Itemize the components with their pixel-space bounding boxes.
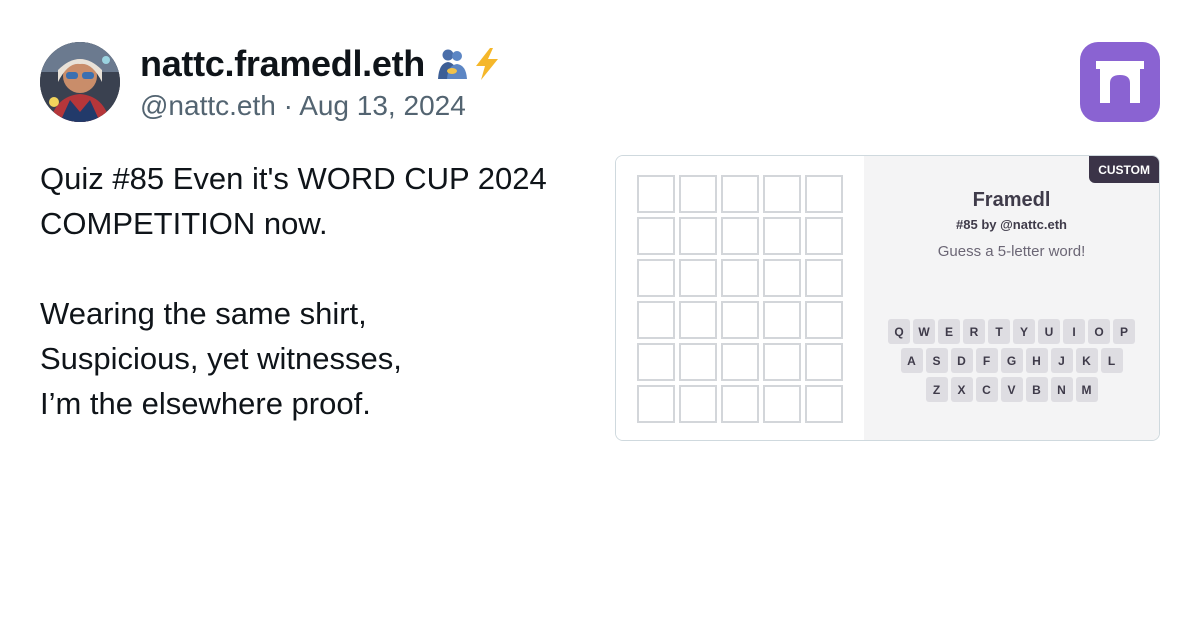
key-v[interactable]: V (1000, 377, 1023, 402)
people-hugging-icon (437, 49, 467, 79)
name-emoji (435, 47, 503, 81)
grid-cell (805, 259, 843, 297)
key-q[interactable]: Q (888, 319, 910, 344)
grid-cell (763, 343, 801, 381)
post-line: I’m the elsewhere proof. (40, 386, 371, 421)
keyboard: QWERTYUIOP ASDFGHJKL ZXCVBNM (864, 319, 1159, 406)
key-d[interactable]: D (950, 348, 973, 373)
avatar-image (40, 42, 120, 122)
key-o[interactable]: O (1088, 319, 1110, 344)
grid-cell (679, 343, 717, 381)
keyboard-row: ZXCVBNM (864, 377, 1159, 402)
author-avatar[interactable] (40, 42, 120, 122)
word-grid-pane (616, 156, 864, 440)
keyboard-row: ASDFGHJKL (864, 348, 1159, 373)
post-line: Wearing the same shirt, (40, 296, 367, 331)
key-n[interactable]: N (1050, 377, 1073, 402)
grid-cell (763, 259, 801, 297)
grid-cell (637, 175, 675, 213)
frame-title: Framedl (972, 189, 1051, 211)
grid-cell (721, 385, 759, 423)
grid-cell (763, 385, 801, 423)
grid-cell (721, 175, 759, 213)
grid-cell (721, 217, 759, 255)
high-voltage-icon (475, 48, 498, 80)
custom-badge: CUSTOM (1089, 156, 1159, 183)
key-c[interactable]: C (975, 377, 998, 402)
frame-prompt: Guess a 5-letter word! (937, 243, 1086, 260)
meta-separator: · (283, 90, 293, 121)
frame-subtitle: #85 by @nattc.eth (956, 217, 1067, 232)
grid-cell (805, 301, 843, 339)
grid-cell (679, 301, 717, 339)
key-l[interactable]: L (1100, 348, 1123, 373)
key-u[interactable]: U (1038, 319, 1060, 344)
author-meta: @nattc.eth · Aug 13, 2024 (140, 90, 466, 122)
author-handle[interactable]: @nattc.eth (140, 90, 276, 121)
key-t[interactable]: T (988, 319, 1010, 344)
word-grid (637, 175, 843, 423)
key-k[interactable]: K (1075, 348, 1098, 373)
key-f[interactable]: F (975, 348, 998, 373)
keyboard-row: QWERTYUIOP (864, 319, 1159, 344)
post-line: Suspicious, yet witnesses, (40, 341, 402, 376)
grid-cell (637, 301, 675, 339)
grid-cell (679, 259, 717, 297)
grid-cell (721, 343, 759, 381)
key-y[interactable]: Y (1013, 319, 1035, 344)
grid-cell (637, 217, 675, 255)
grid-cell (679, 385, 717, 423)
key-a[interactable]: A (900, 348, 923, 373)
grid-cell (721, 259, 759, 297)
grid-cell (805, 175, 843, 213)
key-m[interactable]: M (1075, 377, 1098, 402)
grid-cell (637, 259, 675, 297)
post-date[interactable]: Aug 13, 2024 (299, 90, 466, 121)
key-z[interactable]: Z (925, 377, 948, 402)
grid-cell (805, 385, 843, 423)
author-display-name-row[interactable]: nattc.framedl.eth (140, 43, 503, 85)
grid-cell (637, 385, 675, 423)
key-j[interactable]: J (1050, 348, 1073, 373)
farcaster-logo[interactable] (1080, 42, 1160, 122)
key-g[interactable]: G (1000, 348, 1023, 373)
author-display-name[interactable]: nattc.framedl.eth (140, 43, 425, 85)
grid-cell (763, 217, 801, 255)
key-h[interactable]: H (1025, 348, 1048, 373)
post-line: Quiz #85 Even it's WORD CUP 2024 (40, 161, 547, 196)
frame-embed[interactable]: CUSTOM Framedl #85 by @nattc.eth Guess a… (615, 155, 1160, 441)
grid-cell (679, 175, 717, 213)
grid-cell (763, 301, 801, 339)
grid-cell (679, 217, 717, 255)
farcaster-arch-icon (1096, 61, 1144, 103)
key-r[interactable]: R (963, 319, 985, 344)
post-body: Quiz #85 Even it's WORD CUP 2024 COMPETI… (40, 156, 600, 426)
grid-cell (805, 343, 843, 381)
key-b[interactable]: B (1025, 377, 1048, 402)
grid-cell (763, 175, 801, 213)
frame-info-pane: CUSTOM Framedl #85 by @nattc.eth Guess a… (864, 156, 1159, 440)
key-x[interactable]: X (950, 377, 973, 402)
key-e[interactable]: E (938, 319, 960, 344)
key-p[interactable]: P (1113, 319, 1135, 344)
grid-cell (637, 343, 675, 381)
key-i[interactable]: I (1063, 319, 1085, 344)
post-line: COMPETITION now. (40, 206, 328, 241)
grid-cell (805, 217, 843, 255)
key-s[interactable]: S (925, 348, 948, 373)
grid-cell (721, 301, 759, 339)
key-w[interactable]: W (913, 319, 935, 344)
